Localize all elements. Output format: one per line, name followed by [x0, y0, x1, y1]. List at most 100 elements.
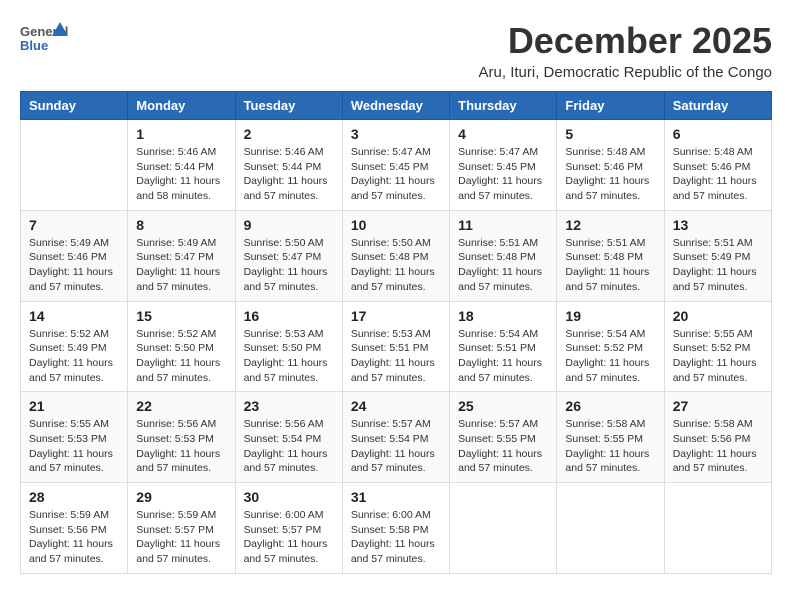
month-title: December 2025: [479, 20, 772, 62]
calendar-cell: 24Sunrise: 5:57 AM Sunset: 5:54 PM Dayli…: [342, 392, 449, 483]
calendar-cell: 9 Sunrise: 5:50 AM Sunset: 5:47 PM Daylig…: [235, 210, 342, 301]
weekday-header-thursday: Thursday: [450, 92, 557, 120]
calendar-cell: [557, 483, 664, 574]
day-number: 20: [673, 308, 763, 324]
calendar-cell: 19Sunrise: 5:54 AM Sunset: 5:52 PM Dayli…: [557, 301, 664, 392]
calendar-cell: 15 Sunrise: 5:52 AM Sunset: 5:50 PM Dayli…: [128, 301, 235, 392]
day-number: 5: [565, 126, 655, 142]
day-number: 24: [351, 398, 441, 414]
day-number: 11: [458, 217, 548, 233]
day-info: Sunrise: 5:52 AM Sunset: 5:49 PM Dayligh…: [29, 327, 119, 386]
day-number: 6: [673, 126, 763, 142]
calendar-cell: 17 Sunrise: 5:53 AM Sunset: 5:51 PM Dayli…: [342, 301, 449, 392]
calendar-cell: 1 Sunrise: 5:46 AM Sunset: 5:44 PM Daylig…: [128, 120, 235, 211]
calendar-cell: 18Sunrise: 5:54 AM Sunset: 5:51 PM Dayli…: [450, 301, 557, 392]
calendar-cell: 31Sunrise: 6:00 AM Sunset: 5:58 PM Dayli…: [342, 483, 449, 574]
day-info: Sunrise: 5:47 AM Sunset: 5:45 PM Dayligh…: [458, 145, 548, 204]
calendar-week-2: 7 Sunrise: 5:49 AM Sunset: 5:46 PM Daylig…: [21, 210, 772, 301]
calendar-cell: 30 Sunrise: 6:00 AM Sunset: 5:57 PM Dayli…: [235, 483, 342, 574]
day-info: Sunrise: 5:59 AM Sunset: 5:56 PM Dayligh…: [29, 508, 119, 567]
day-info: Sunrise: 5:49 AM Sunset: 5:47 PM Dayligh…: [136, 236, 226, 295]
day-info: Sunrise: 5:52 AM Sunset: 5:50 PM Dayligh…: [136, 327, 226, 386]
calendar-week-3: 14 Sunrise: 5:52 AM Sunset: 5:49 PM Dayli…: [21, 301, 772, 392]
day-info: Sunrise: 5:59 AM Sunset: 5:57 PM Dayligh…: [136, 508, 226, 567]
calendar-cell: 2Sunrise: 5:46 AM Sunset: 5:44 PM Daylig…: [235, 120, 342, 211]
day-number: 15: [136, 308, 226, 324]
title-section: December 2025 Aru, Ituri, Democratic Rep…: [479, 20, 772, 81]
weekday-header-saturday: Saturday: [664, 92, 771, 120]
svg-text:Blue: Blue: [20, 38, 48, 53]
day-number: 27: [673, 398, 763, 414]
day-info: Sunrise: 5:51 AM Sunset: 5:48 PM Dayligh…: [565, 236, 655, 295]
calendar-cell: [450, 483, 557, 574]
day-info: Sunrise: 5:58 AM Sunset: 5:55 PM Dayligh…: [565, 417, 655, 476]
calendar-cell: 25Sunrise: 5:57 AM Sunset: 5:55 PM Dayli…: [450, 392, 557, 483]
calendar-cell: 12Sunrise: 5:51 AM Sunset: 5:48 PM Dayli…: [557, 210, 664, 301]
day-info: Sunrise: 5:50 AM Sunset: 5:48 PM Dayligh…: [351, 236, 441, 295]
day-info: Sunrise: 5:56 AM Sunset: 5:53 PM Dayligh…: [136, 417, 226, 476]
day-number: 25: [458, 398, 548, 414]
day-number: 14: [29, 308, 119, 324]
calendar-cell: 27Sunrise: 5:58 AM Sunset: 5:56 PM Dayli…: [664, 392, 771, 483]
day-info: Sunrise: 5:51 AM Sunset: 5:49 PM Dayligh…: [673, 236, 763, 295]
day-number: 21: [29, 398, 119, 414]
calendar-cell: 26 Sunrise: 5:58 AM Sunset: 5:55 PM Dayli…: [557, 392, 664, 483]
calendar-cell: 22 Sunrise: 5:56 AM Sunset: 5:53 PM Dayli…: [128, 392, 235, 483]
day-info: Sunrise: 5:56 AM Sunset: 5:54 PM Dayligh…: [244, 417, 334, 476]
logo-icon: GeneralBlue: [20, 20, 70, 56]
day-number: 4: [458, 126, 548, 142]
day-info: Sunrise: 6:00 AM Sunset: 5:57 PM Dayligh…: [244, 508, 334, 567]
day-number: 26: [565, 398, 655, 414]
day-number: 1: [136, 126, 226, 142]
day-info: Sunrise: 5:48 AM Sunset: 5:46 PM Dayligh…: [673, 145, 763, 204]
day-info: Sunrise: 5:55 AM Sunset: 5:53 PM Dayligh…: [29, 417, 119, 476]
weekday-header-sunday: Sunday: [21, 92, 128, 120]
calendar-week-4: 21 Sunrise: 5:55 AM Sunset: 5:53 PM Dayli…: [21, 392, 772, 483]
header: GeneralBlue December 2025 Aru, Ituri, De…: [20, 20, 772, 81]
day-number: 29: [136, 489, 226, 505]
day-info: Sunrise: 5:49 AM Sunset: 5:46 PM Dayligh…: [29, 236, 119, 295]
calendar-cell: 28 Sunrise: 5:59 AM Sunset: 5:56 PM Dayli…: [21, 483, 128, 574]
day-info: Sunrise: 5:55 AM Sunset: 5:52 PM Dayligh…: [673, 327, 763, 386]
calendar-cell: 20 Sunrise: 5:55 AM Sunset: 5:52 PM Dayli…: [664, 301, 771, 392]
day-number: 17: [351, 308, 441, 324]
day-number: 23: [244, 398, 334, 414]
day-number: 10: [351, 217, 441, 233]
calendar-cell: [664, 483, 771, 574]
day-number: 30: [244, 489, 334, 505]
day-info: Sunrise: 5:50 AM Sunset: 5:47 PM Dayligh…: [244, 236, 334, 295]
day-number: 9: [244, 217, 334, 233]
day-number: 18: [458, 308, 548, 324]
calendar-week-5: 28 Sunrise: 5:59 AM Sunset: 5:56 PM Dayli…: [21, 483, 772, 574]
calendar-cell: 21 Sunrise: 5:55 AM Sunset: 5:53 PM Dayli…: [21, 392, 128, 483]
logo: GeneralBlue: [20, 20, 70, 56]
weekday-header-tuesday: Tuesday: [235, 92, 342, 120]
calendar-cell: 4 Sunrise: 5:47 AM Sunset: 5:45 PM Daylig…: [450, 120, 557, 211]
day-info: Sunrise: 5:48 AM Sunset: 5:46 PM Dayligh…: [565, 145, 655, 204]
day-info: Sunrise: 6:00 AM Sunset: 5:58 PM Dayligh…: [351, 508, 441, 567]
calendar-cell: 7 Sunrise: 5:49 AM Sunset: 5:46 PM Daylig…: [21, 210, 128, 301]
weekday-header-row: SundayMondayTuesdayWednesdayThursdayFrid…: [21, 92, 772, 120]
weekday-header-wednesday: Wednesday: [342, 92, 449, 120]
day-info: Sunrise: 5:53 AM Sunset: 5:51 PM Dayligh…: [351, 327, 441, 386]
day-number: 28: [29, 489, 119, 505]
calendar-cell: 10 Sunrise: 5:50 AM Sunset: 5:48 PM Dayli…: [342, 210, 449, 301]
calendar-cell: 13Sunrise: 5:51 AM Sunset: 5:49 PM Dayli…: [664, 210, 771, 301]
calendar-cell: 16 Sunrise: 5:53 AM Sunset: 5:50 PM Dayli…: [235, 301, 342, 392]
calendar-cell: 14 Sunrise: 5:52 AM Sunset: 5:49 PM Dayli…: [21, 301, 128, 392]
calendar-cell: 29 Sunrise: 5:59 AM Sunset: 5:57 PM Dayli…: [128, 483, 235, 574]
day-info: Sunrise: 5:47 AM Sunset: 5:45 PM Dayligh…: [351, 145, 441, 204]
day-number: 22: [136, 398, 226, 414]
day-number: 3: [351, 126, 441, 142]
calendar-week-1: 1 Sunrise: 5:46 AM Sunset: 5:44 PM Daylig…: [21, 120, 772, 211]
calendar-table: SundayMondayTuesdayWednesdayThursdayFrid…: [20, 91, 772, 574]
day-number: 7: [29, 217, 119, 233]
day-info: Sunrise: 5:53 AM Sunset: 5:50 PM Dayligh…: [244, 327, 334, 386]
day-info: Sunrise: 5:46 AM Sunset: 5:44 PM Dayligh…: [136, 145, 226, 204]
day-number: 16: [244, 308, 334, 324]
weekday-header-monday: Monday: [128, 92, 235, 120]
calendar-cell: 11Sunrise: 5:51 AM Sunset: 5:48 PM Dayli…: [450, 210, 557, 301]
location-subtitle: Aru, Ituri, Democratic Republic of the C…: [479, 64, 772, 81]
calendar-cell: 5 Sunrise: 5:48 AM Sunset: 5:46 PM Daylig…: [557, 120, 664, 211]
weekday-header-friday: Friday: [557, 92, 664, 120]
